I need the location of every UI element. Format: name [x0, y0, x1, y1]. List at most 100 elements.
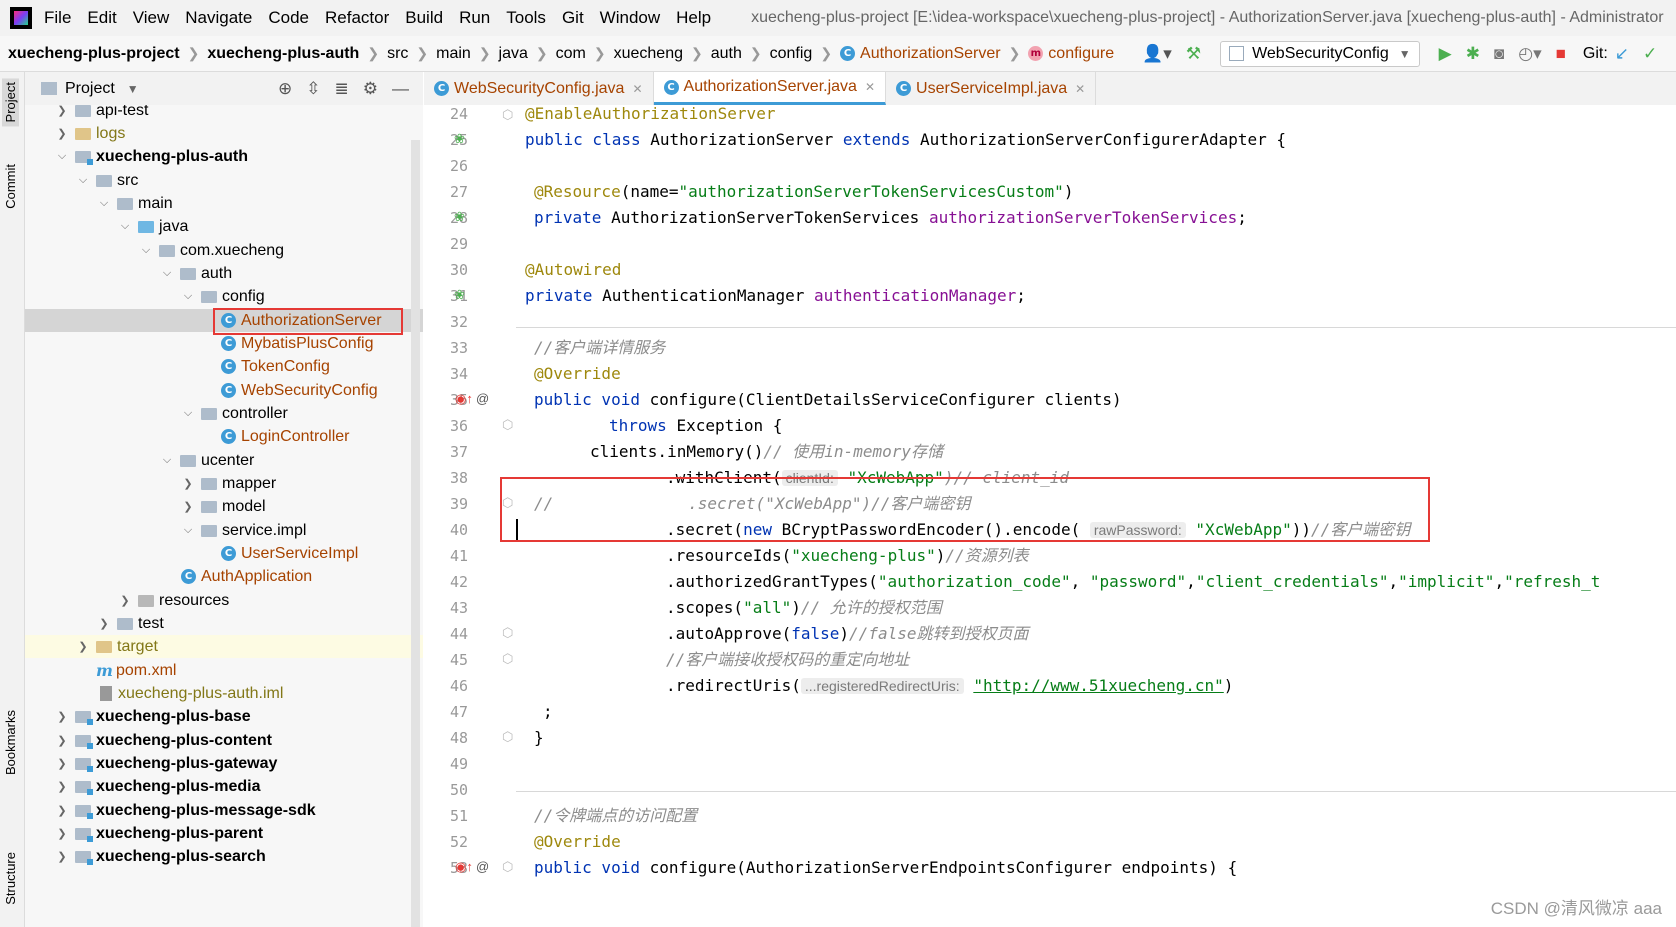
tree-item-authorizationserver[interactable]: C AuthorizationServer: [25, 309, 423, 332]
close-icon[interactable]: ✕: [865, 80, 875, 94]
breadcrumb-src[interactable]: src: [387, 45, 408, 63]
chevron-right-icon[interactable]: ❯: [55, 827, 69, 840]
chevron-right-icon[interactable]: ❯: [55, 127, 69, 140]
expand-all-icon[interactable]: ⇳: [306, 79, 334, 98]
at-annotation-icon[interactable]: @: [476, 859, 489, 874]
menu-code[interactable]: Code: [268, 8, 309, 28]
code-editor[interactable]: @EnableAuthorizationServer public class …: [516, 105, 1676, 927]
url-link[interactable]: "http://www.51xuecheng.cn": [973, 676, 1223, 695]
chevron-right-icon[interactable]: ❯: [55, 804, 69, 817]
stop-icon[interactable]: ■: [1556, 44, 1566, 64]
run-icon[interactable]: ▶: [1439, 44, 1452, 64]
menu-help[interactable]: Help: [676, 8, 711, 28]
chevron-down-icon[interactable]: ⌵: [181, 407, 195, 420]
fold-marker-icon[interactable]: ⬡: [502, 651, 513, 667]
spring-bean-icon[interactable]: ❀: [454, 209, 465, 225]
build-hammer-icon[interactable]: ⚒: [1186, 44, 1201, 64]
tree-item-src[interactable]: ⌵ src: [25, 169, 423, 192]
tree-scrollbar[interactable]: [411, 140, 420, 927]
chevron-right-icon[interactable]: ❯: [76, 640, 90, 653]
tree-item-target[interactable]: ❯ target: [25, 635, 423, 658]
override-method-icon[interactable]: ◉↑: [455, 391, 473, 407]
tree-item-iml[interactable]: xuecheng-plus-auth.iml: [25, 682, 423, 705]
chevron-down-icon[interactable]: ⌵: [55, 150, 69, 163]
gear-icon[interactable]: ⚙: [363, 79, 392, 98]
fold-marker-icon[interactable]: ⬡: [502, 107, 513, 123]
tree-item-package-config[interactable]: ⌵ config: [25, 285, 423, 308]
breadcrumb-class[interactable]: AuthorizationServer: [860, 45, 1001, 63]
chevron-right-icon[interactable]: ❯: [55, 710, 69, 723]
fold-marker-icon[interactable]: ⬡: [502, 625, 513, 641]
tree-item-websecurityconfig[interactable]: C WebSecurityConfig: [25, 379, 423, 402]
tool-tab-project[interactable]: Project: [2, 78, 19, 127]
menu-refactor[interactable]: Refactor: [325, 8, 389, 28]
chevron-down-icon[interactable]: ⌵: [97, 197, 111, 210]
chevron-down-icon[interactable]: ⌵: [181, 524, 195, 537]
debug-icon[interactable]: ✱: [1466, 44, 1480, 64]
breadcrumb-method[interactable]: configure: [1048, 45, 1114, 63]
menu-run[interactable]: Run: [459, 8, 490, 28]
tree-item-mybatisplusconfig[interactable]: C MybatisPlusConfig: [25, 332, 423, 355]
breadcrumb-project[interactable]: xuecheng-plus-project: [8, 45, 180, 63]
chevron-down-icon[interactable]: ▼: [127, 82, 139, 96]
tree-item-package-service-impl[interactable]: ⌵ service.impl: [25, 519, 423, 542]
tree-item-pom-xml[interactable]: m pom.xml: [25, 659, 423, 682]
tree-item-module-content[interactable]: ❯ xuecheng-plus-content: [25, 729, 423, 752]
menu-navigate[interactable]: Navigate: [185, 8, 252, 28]
chevron-down-icon[interactable]: ⌵: [181, 290, 195, 303]
chevron-right-icon[interactable]: ❯: [118, 594, 132, 607]
chevron-right-icon[interactable]: ❯: [55, 105, 69, 117]
spring-bean-icon[interactable]: ❀: [454, 131, 465, 147]
chevron-right-icon[interactable]: ❯: [55, 757, 69, 770]
at-annotation-icon[interactable]: @: [476, 391, 489, 406]
breadcrumb-config[interactable]: config: [770, 45, 813, 63]
chevron-right-icon[interactable]: ❯: [55, 850, 69, 863]
user-account-icon[interactable]: 👤▾: [1142, 44, 1172, 64]
fold-marker-icon[interactable]: ⬡: [502, 859, 513, 875]
breadcrumb-xuecheng[interactable]: xuecheng: [614, 45, 683, 63]
tree-item-package-com-xuecheng[interactable]: ⌵ com.xuecheng: [25, 239, 423, 262]
tool-tab-commit[interactable]: Commit: [2, 160, 19, 213]
override-method-icon[interactable]: ◉↑: [455, 859, 473, 875]
chevron-right-icon[interactable]: ❯: [97, 617, 111, 630]
tree-item-module-message-sdk[interactable]: ❯ xuecheng-plus-message-sdk: [25, 799, 423, 822]
tab-websecurityconfig[interactable]: C WebSecurityConfig.java ✕: [424, 72, 654, 105]
chevron-right-icon[interactable]: ❯: [55, 734, 69, 747]
tree-item-module-gateway[interactable]: ❯ xuecheng-plus-gateway: [25, 752, 423, 775]
tree-item-logincontroller[interactable]: C LoginController: [25, 425, 423, 448]
git-commit-icon[interactable]: ✓: [1643, 44, 1657, 64]
tree-item-module-media[interactable]: ❯ xuecheng-plus-media: [25, 775, 423, 798]
chevron-down-icon[interactable]: ⌵: [118, 220, 132, 233]
project-panel-title[interactable]: Project: [65, 80, 115, 98]
chevron-right-icon[interactable]: ❯: [181, 477, 195, 490]
locate-icon[interactable]: ⊕: [278, 79, 306, 98]
menu-view[interactable]: View: [133, 8, 170, 28]
tree-item-java[interactable]: ⌵ java: [25, 215, 423, 238]
menu-tools[interactable]: Tools: [506, 8, 546, 28]
tool-tab-structure[interactable]: Structure: [2, 848, 19, 909]
tree-item-package-auth[interactable]: ⌵ auth: [25, 262, 423, 285]
hide-icon[interactable]: —: [392, 79, 423, 98]
chevron-down-icon[interactable]: ⌵: [139, 244, 153, 257]
tree-item-package-mapper[interactable]: ❯ mapper: [25, 472, 423, 495]
tree-item-tokenconfig[interactable]: C TokenConfig: [25, 355, 423, 378]
tree-item-main[interactable]: ⌵ main: [25, 192, 423, 215]
chevron-down-icon[interactable]: ⌵: [160, 267, 174, 280]
tree-item-api-test[interactable]: ❯ api-test: [25, 105, 423, 122]
fold-marker-icon[interactable]: ⬡: [502, 417, 513, 433]
close-icon[interactable]: ✕: [1075, 82, 1085, 96]
close-icon[interactable]: ✕: [632, 82, 642, 96]
chevron-right-icon[interactable]: ❯: [181, 500, 195, 513]
menu-edit[interactable]: Edit: [87, 8, 116, 28]
spring-bean-icon[interactable]: ❀: [454, 287, 465, 303]
menu-build[interactable]: Build: [405, 8, 443, 28]
tree-item-test[interactable]: ❯ test: [25, 612, 423, 635]
run-configuration-select[interactable]: WebSecurityConfig ▼: [1220, 40, 1420, 67]
tab-userserviceimpl[interactable]: C UserServiceImpl.java ✕: [886, 72, 1097, 105]
editor-gutter[interactable]: 24 25 26 27 28 29 30 31 32 33 34 35 36 3…: [424, 105, 516, 927]
menu-file[interactable]: File: [44, 8, 71, 28]
tree-item-userserviceimpl[interactable]: C UserServiceImpl: [25, 542, 423, 565]
git-update-icon[interactable]: ↙: [1615, 44, 1629, 64]
tree-item-module-auth[interactable]: ⌵ xuecheng-plus-auth: [25, 145, 423, 168]
breadcrumb-main[interactable]: main: [436, 45, 471, 63]
